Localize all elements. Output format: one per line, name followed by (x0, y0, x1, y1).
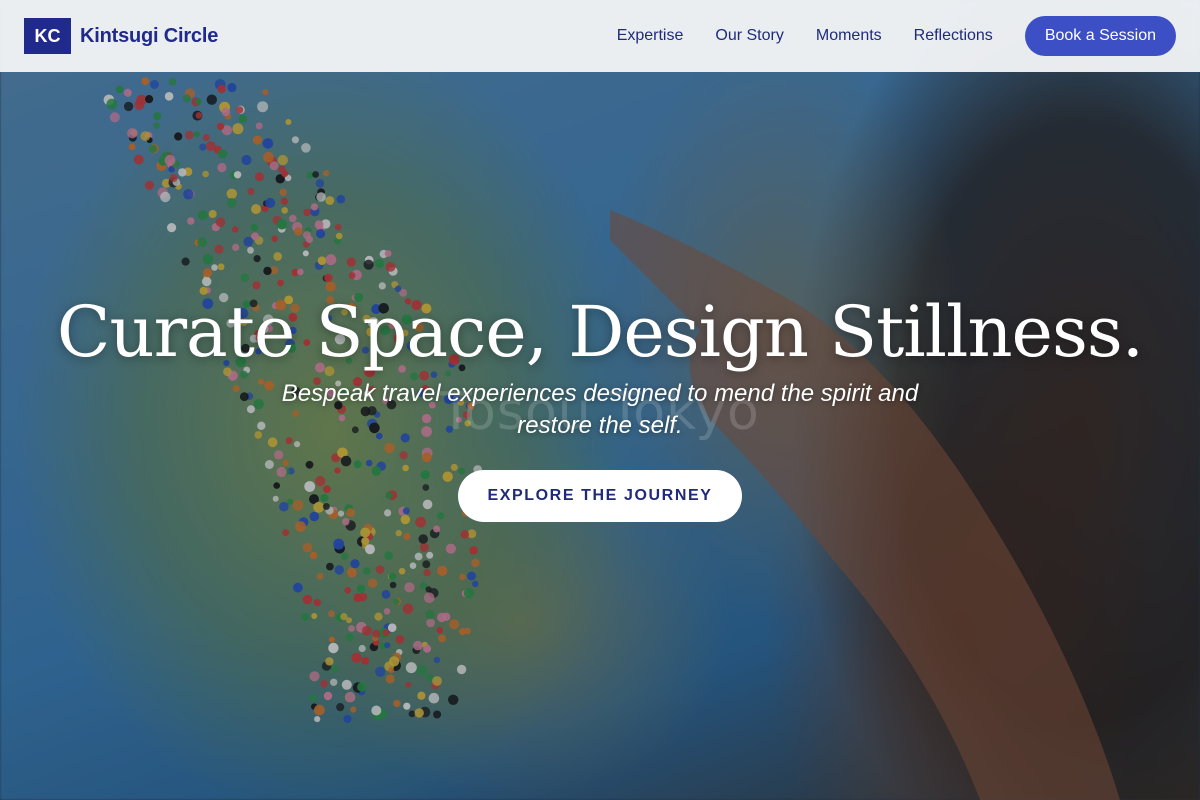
hero-title: Curate Space, Design Stillness. (56, 291, 1144, 373)
hero-section: Tosou Tokyo Curate Space, Design Stillne… (0, 72, 1200, 800)
nav-link-moments[interactable]: Moments (816, 27, 882, 45)
brand-home-link[interactable]: KC Kintsugi Circle (24, 18, 218, 54)
brand-logo: KC (24, 18, 71, 54)
nav-link-our-story[interactable]: Our Story (715, 27, 783, 45)
hero-subtitle: Bespeak travel experiences designed to m… (281, 380, 919, 439)
landing-page: KC Kintsugi Circle Expertise Our Story M… (0, 0, 1200, 800)
brand-name: Kintsugi Circle (80, 24, 219, 47)
explore-journey-button[interactable]: EXPLORE THE JOURNEY (458, 470, 742, 522)
nav-link-expertise[interactable]: Expertise (617, 27, 684, 45)
site-header: KC Kintsugi Circle Expertise Our Story M… (0, 0, 1200, 72)
nav-link-reflections[interactable]: Reflections (914, 27, 993, 45)
book-session-button[interactable]: Book a Session (1024, 16, 1176, 56)
main-nav: Expertise Our Story Moments Reflections … (585, 16, 1176, 56)
